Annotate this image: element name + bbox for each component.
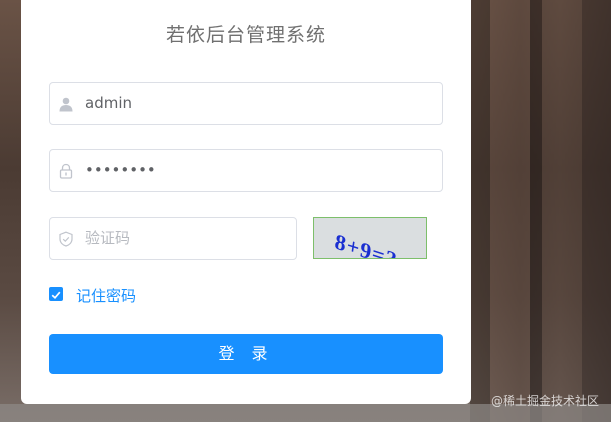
captcha-image[interactable]: 8+9=? <box>313 217 427 273</box>
remember-checkbox[interactable] <box>49 287 63 301</box>
remember-label[interactable]: 记住密码 <box>76 285 136 306</box>
shield-icon <box>59 231 73 247</box>
captcha-text: 8+9=? <box>333 229 399 258</box>
background-stripe <box>530 0 542 422</box>
username-value: admin <box>85 94 132 112</box>
background-stripe <box>542 0 582 422</box>
login-title: 若依后台管理系统 <box>165 24 326 46</box>
background-stripe <box>490 0 530 422</box>
password-value: •••••••• <box>85 161 156 179</box>
background-stripe <box>470 0 490 422</box>
user-icon <box>59 97 73 112</box>
check-icon <box>51 291 61 300</box>
captcha-field[interactable]: 验证码 <box>49 217 297 260</box>
background-stripe <box>582 0 611 422</box>
watermark: @稀土掘金技术社区 <box>490 394 599 408</box>
username-field[interactable]: admin <box>49 82 443 125</box>
login-card: 若依后台管理系统 admin •••••••• 验证码 8+9=? 记住密码 登… <box>21 0 471 404</box>
captcha-placeholder: 验证码 <box>85 229 131 247</box>
login-button[interactable]: 登 录 <box>49 334 443 374</box>
password-field[interactable]: •••••••• <box>49 149 443 192</box>
lock-icon <box>59 163 73 179</box>
captcha-graphic: 8+9=? <box>333 229 399 273</box>
